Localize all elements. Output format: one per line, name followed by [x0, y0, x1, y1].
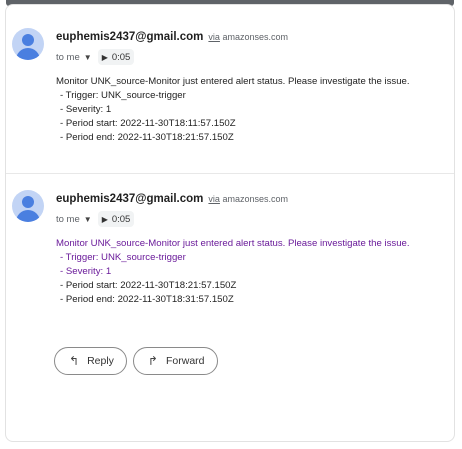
audio-duration: 0:05: [111, 51, 131, 63]
body-line-period-end: - Period end: 2022-11-30T18:21:57.150Z: [60, 132, 234, 143]
via-info: via amazonses.com: [208, 194, 288, 204]
body-line-severity: - Severity: 1: [60, 104, 112, 115]
avatar-head: [22, 34, 34, 46]
play-icon[interactable]: ▶: [102, 53, 108, 62]
avatar-body: [16, 210, 40, 222]
avatar-icon[interactable]: [12, 190, 44, 222]
message-actions: ↰ Reply ↱ Forward: [54, 347, 218, 375]
forward-arrow-icon: ↱: [147, 354, 158, 368]
via-info: via amazonses.com: [208, 32, 288, 42]
body-line-intro: Monitor UNK_source-Monitor just entered …: [56, 238, 410, 249]
avatar-body: [16, 48, 40, 60]
message-body: Monitor UNK_source-Monitor just entered …: [56, 237, 410, 307]
body-line-trigger: - Trigger: UNK_source-trigger: [60, 252, 186, 263]
reply-button[interactable]: ↰ Reply: [54, 347, 127, 375]
message-divider: [6, 173, 454, 174]
reply-label: Reply: [87, 355, 114, 367]
caret-down-icon[interactable]: ▼: [84, 215, 92, 224]
via-link[interactable]: via: [208, 32, 220, 42]
play-icon[interactable]: ▶: [102, 215, 108, 224]
avatar-icon[interactable]: [12, 28, 44, 60]
body-line-trigger: - Trigger: UNK_source-trigger: [60, 90, 186, 101]
message-body: Monitor UNK_source-Monitor just entered …: [56, 75, 410, 145]
forward-button[interactable]: ↱ Forward: [132, 347, 218, 375]
recipient-line: to me ▼ ▶ 0:05: [56, 49, 135, 65]
sender-name[interactable]: euphemis2437@gmail.com: [56, 193, 203, 205]
audio-player-chip[interactable]: ▶ 0:05: [97, 49, 135, 65]
sender-line: euphemis2437@gmail.com via amazonses.com: [56, 193, 288, 205]
caret-down-icon[interactable]: ▼: [84, 53, 92, 62]
body-line-period-start: - Period start: 2022-11-30T18:21:57.150Z: [60, 280, 237, 291]
recipient-text: to me: [56, 51, 80, 63]
via-domain: amazonses.com: [222, 32, 288, 42]
sender-name[interactable]: euphemis2437@gmail.com: [56, 31, 203, 43]
avatar-head: [22, 196, 34, 208]
body-line-period-start: - Period start: 2022-11-30T18:11:57.150Z: [60, 118, 236, 129]
body-line-intro: Monitor UNK_source-Monitor just entered …: [56, 76, 410, 87]
sender-line: euphemis2437@gmail.com via amazonses.com: [56, 31, 288, 43]
body-line-period-end: - Period end: 2022-11-30T18:31:57.150Z: [60, 294, 234, 305]
email-thread: euphemis2437@gmail.com via amazonses.com…: [5, 4, 455, 442]
forward-label: Forward: [165, 355, 205, 367]
audio-player-chip[interactable]: ▶ 0:05: [97, 211, 135, 227]
via-link[interactable]: via: [208, 194, 220, 204]
reply-arrow-icon: ↰: [69, 354, 80, 368]
recipient-text: to me: [56, 213, 80, 225]
body-line-severity: - Severity: 1: [60, 266, 112, 277]
audio-duration: 0:05: [111, 213, 131, 225]
recipient-line: to me ▼ ▶ 0:05: [56, 211, 135, 227]
via-domain: amazonses.com: [222, 194, 288, 204]
